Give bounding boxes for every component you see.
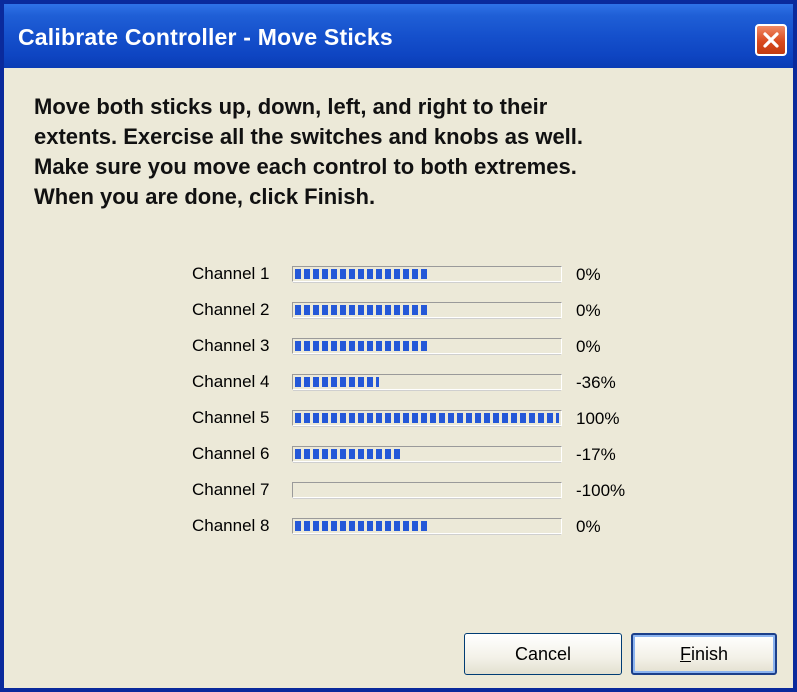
channel-label: Channel 4: [192, 372, 270, 391]
channel-progress-bar: [292, 266, 562, 283]
channel-value: -100%: [576, 481, 626, 500]
channel-progress-bar: [292, 338, 562, 355]
channel-row: Channel 5 100%: [184, 404, 664, 440]
channel-progress-fill: [295, 521, 427, 531]
channel-value: -36%: [576, 373, 616, 392]
channel-progress-bar: [292, 410, 562, 427]
channel-value: 0%: [576, 265, 601, 284]
channel-label: Channel 5: [192, 408, 270, 427]
channel-progress-fill: [295, 269, 427, 279]
channel-row: Channel 2 0%: [184, 296, 664, 332]
channel-value: 0%: [576, 337, 601, 356]
channel-progress-fill: [295, 449, 403, 459]
finish-label-rest: inish: [690, 643, 729, 664]
channel-label: Channel 7: [192, 480, 270, 499]
channel-row: Channel 8 0%: [184, 512, 664, 548]
channel-value: 0%: [576, 517, 601, 536]
channel-row: Channel 3 0%: [184, 332, 664, 368]
channel-label: Channel 3: [192, 336, 270, 355]
title-bar[interactable]: Calibrate Controller - Move Sticks: [4, 4, 793, 68]
finish-button-label: Finish: [680, 644, 728, 665]
instruction-line: When you are done, click Finish.: [34, 184, 376, 209]
instruction-line: Move both sticks up, down, left, and rig…: [34, 94, 548, 119]
channel-value: 0%: [576, 301, 601, 320]
channel-progress-bar: [292, 374, 562, 391]
channel-label: Channel 6: [192, 444, 270, 463]
channel-progress-bar: [292, 518, 562, 535]
channel-progress-bar: [292, 482, 562, 499]
channel-row: Channel 6 -17%: [184, 440, 664, 476]
channel-progress-fill: [295, 305, 427, 315]
close-button[interactable]: [755, 24, 787, 56]
channel-label: Channel 8: [192, 516, 270, 535]
channel-row: Channel 1 0%: [184, 260, 664, 296]
channel-label: Channel 2: [192, 300, 270, 319]
channel-value: 100%: [576, 409, 620, 428]
window-title: Calibrate Controller - Move Sticks: [18, 24, 393, 50]
finish-button[interactable]: Finish: [631, 633, 777, 675]
instruction-line: Make sure you move each control to both …: [34, 154, 577, 179]
finish-mnemonic: F: [679, 643, 691, 664]
close-icon: [763, 32, 779, 48]
channel-progress-fill: [295, 377, 379, 387]
calibrate-dialog: Calibrate Controller - Move Sticks Move …: [0, 0, 797, 692]
channel-row: Channel 7 -100%: [184, 476, 664, 512]
cancel-button[interactable]: Cancel: [464, 633, 622, 675]
channel-progress-bar: [292, 302, 562, 319]
channel-list: Channel 1 0% Channel 2 0% Channel 3 0% Channel…: [184, 260, 664, 548]
cancel-button-label: Cancel: [514, 643, 572, 664]
channel-row: Channel 4 -36%: [184, 368, 664, 404]
instruction-line: extents. Exercise all the switches and k…: [34, 124, 584, 149]
channel-progress-fill: [295, 413, 559, 423]
dialog-body: Move both sticks up, down, left, and rig…: [4, 68, 793, 688]
channel-progress-bar: [292, 446, 562, 463]
channel-progress-fill: [295, 341, 427, 351]
instructions-text: Move both sticks up, down, left, and rig…: [34, 92, 774, 212]
channel-value: -17%: [576, 445, 616, 464]
channel-label: Channel 1: [192, 264, 270, 283]
